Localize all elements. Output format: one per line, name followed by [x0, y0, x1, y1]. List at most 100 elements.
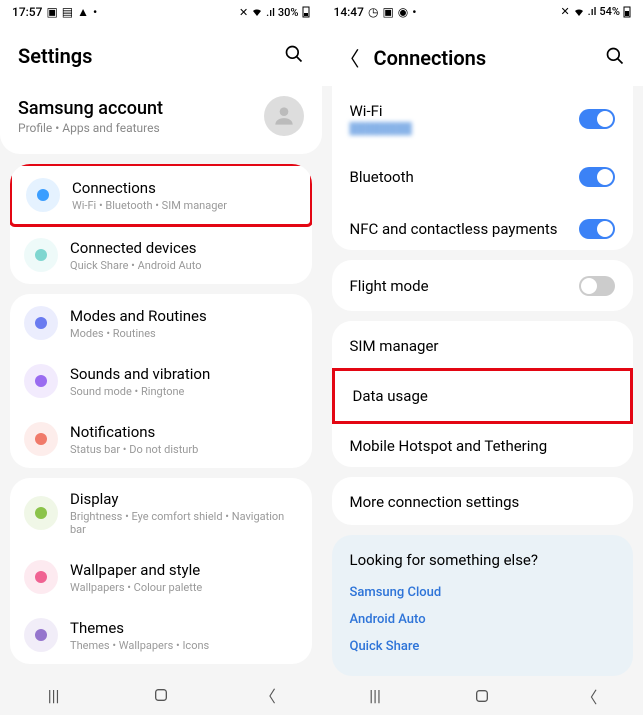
home-button[interactable] [472, 686, 492, 706]
row-sub: Status bar • Do not disturb [70, 443, 298, 456]
search-button[interactable] [605, 46, 625, 70]
row-title: Notifications [70, 423, 298, 441]
recents-button[interactable]: ||| [44, 685, 64, 705]
account-title: Samsung account [18, 98, 163, 119]
image-icon: ▤ [62, 5, 73, 19]
back-button[interactable]: 〈 [579, 686, 599, 706]
nfc-and-contactless-payments-row[interactable]: NFC and contactless payments [332, 203, 634, 250]
wifi-icon [251, 6, 263, 18]
item-label: SIM manager [350, 337, 439, 355]
account-sub: Profile • Apps and features [18, 121, 163, 135]
home-button[interactable] [151, 685, 171, 705]
search-button[interactable] [284, 44, 304, 68]
settings-row-sounds-and-vibration[interactable]: Sounds and vibration Sound mode • Rington… [10, 352, 312, 410]
flight-mode-label: Flight mode [350, 277, 429, 295]
connections-screen: 14:47 ◷ ▣ ◉ • ✕ .ıl 54% 〈 Connections Wi… [322, 0, 643, 715]
row-icon [24, 238, 58, 272]
lookfor-link-quick-share[interactable]: Quick Share [350, 633, 616, 660]
mute-icon: ✕ [560, 5, 569, 18]
toggle-label: Bluetooth [350, 168, 414, 186]
sim-manager-row[interactable]: SIM manager [332, 321, 634, 371]
page-title: Settings [18, 44, 92, 68]
status-bar: 14:47 ◷ ▣ ◉ • ✕ .ıl 54% [322, 0, 643, 23]
row-sub: Sound mode • Ringtone [70, 385, 298, 398]
signal-icon: .ıl [588, 5, 597, 18]
status-bar: 17:57 ▣ ▤ ▲ • ✕ .ıl 30% [0, 0, 322, 24]
nav-bar: ||| 〈 [322, 676, 643, 715]
wi-fi-row[interactable]: Wi-Fi ████████ [332, 86, 634, 151]
settings-row-wallpaper-and-style[interactable]: Wallpaper and style Wallpapers • Colour p… [10, 548, 312, 606]
more-label: More connection settings [350, 493, 520, 511]
lookfor-head: Looking for something else? [350, 551, 616, 569]
row-icon [24, 618, 58, 652]
settings-row-modes-and-routines[interactable]: Modes and Routines Modes • Routines [10, 294, 312, 352]
row-icon [26, 178, 60, 212]
clock-icon: ◷ [368, 5, 378, 19]
row-sub: Wallpapers • Colour palette [70, 581, 298, 594]
settings-screen: 17:57 ▣ ▤ ▲ • ✕ .ıl 30% Settings Samsung… [0, 0, 322, 715]
row-title: Display [70, 490, 298, 508]
settings-row-connections[interactable]: Connections Wi-Fi • Bluetooth • SIM manag… [10, 164, 312, 227]
lookfor-card: Looking for something else? Samsung Clou… [332, 535, 634, 676]
battery-icon [302, 6, 310, 18]
toggle-switch[interactable] [579, 219, 615, 239]
nav-bar: ||| 〈 [0, 675, 322, 715]
recents-button[interactable]: ||| [365, 686, 385, 706]
settings-card: Display Brightness • Eye comfort shield •… [10, 478, 312, 664]
status-time: 14:47 [334, 5, 364, 19]
settings-row-connected-devices[interactable]: Connected devices Quick Share • Android A… [10, 226, 312, 284]
toggle-sub: ████████ [350, 122, 412, 135]
notif-icon: ▣ [46, 5, 57, 19]
settings-row-themes[interactable]: ThemesThemes • Wallpapers • Icons [10, 606, 312, 664]
row-title: Modes and Routines [70, 307, 298, 325]
row-icon [24, 422, 58, 456]
settings-row-display[interactable]: Display Brightness • Eye comfort shield •… [10, 478, 312, 548]
toggle-switch[interactable] [579, 109, 615, 129]
dot-icon: • [412, 5, 416, 19]
settings-row-notifications[interactable]: Notifications Status bar • Do not disturb [10, 410, 312, 468]
avatar[interactable] [264, 96, 304, 136]
signal-icon: .ıl [266, 6, 275, 19]
item-label: Mobile Hotspot and Tethering [350, 437, 548, 455]
toggle-switch[interactable] [579, 167, 615, 187]
battery-icon [623, 6, 631, 18]
row-icon [24, 306, 58, 340]
bluetooth-row[interactable]: Bluetooth [332, 151, 634, 203]
row-title: Sounds and vibration [70, 365, 298, 383]
battery-percent: 54% [599, 5, 620, 18]
row-sub: Wi-Fi • Bluetooth • SIM manager [72, 199, 296, 212]
toggles-group: Wi-Fi ████████ Bluetooth NFC and contactles… [332, 86, 634, 250]
shield-icon: ◉ [398, 5, 408, 19]
row-sub: Modes • Routines [70, 327, 298, 340]
row-title: Wallpaper and style [70, 561, 298, 579]
settings-card: Modes and Routines Modes • Routines Sounds… [10, 294, 312, 468]
back-arrow[interactable]: 〈 [340, 43, 360, 72]
toggle-label: NFC and contactless payments [350, 220, 558, 238]
row-title: Connections [72, 179, 296, 197]
notif-icon: ▣ [382, 5, 393, 19]
flight-mode-row[interactable]: Flight mode [332, 260, 634, 311]
row-title: Themes [70, 619, 298, 637]
flight-mode-toggle[interactable] [579, 276, 615, 296]
item-label: Data usage [353, 387, 428, 405]
battery-percent: 30% [278, 6, 299, 19]
status-time: 17:57 [12, 5, 42, 19]
back-button[interactable]: 〈 [258, 685, 278, 705]
row-sub: Quick Share • Android Auto [70, 259, 298, 272]
flight-group: Flight mode [332, 260, 634, 311]
page-title: Connections [374, 46, 487, 70]
connections-header: 〈 Connections [322, 23, 643, 86]
row-icon [24, 496, 58, 530]
mobile-hotspot-and-tethering-row[interactable]: Mobile Hotspot and Tethering [332, 421, 634, 467]
row-title: Connected devices [70, 239, 298, 257]
row-icon [24, 560, 58, 594]
items-group: SIM manager Data usage Mobile Hotspot and … [332, 321, 634, 467]
data-usage-row[interactable]: Data usage [332, 368, 634, 424]
lookfor-link-android-auto[interactable]: Android Auto [350, 606, 616, 633]
mute-icon: ✕ [239, 6, 248, 19]
row-sub: Brightness • Eye comfort shield • Naviga… [70, 510, 298, 536]
lookfor-link-samsung-cloud[interactable]: Samsung Cloud [350, 579, 616, 606]
toggle-label: Wi-Fi [350, 102, 412, 120]
more-connection-settings-row[interactable]: More connection settings [332, 477, 634, 526]
samsung-account-row[interactable]: Samsung account Profile • Apps and featu… [0, 82, 322, 154]
